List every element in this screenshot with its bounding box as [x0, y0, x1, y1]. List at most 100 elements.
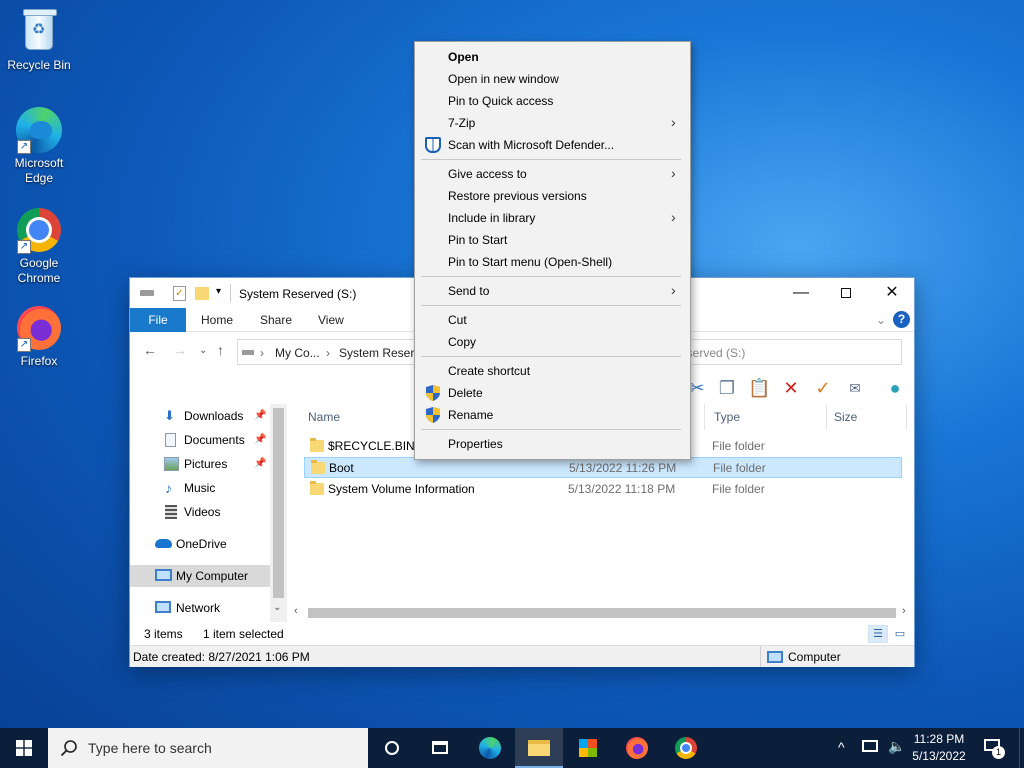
column-separator[interactable]	[826, 404, 827, 430]
menu-item-pin-quick-access[interactable]: Pin to Quick access	[415, 90, 690, 112]
taskbar-edge[interactable]	[466, 728, 514, 768]
address-bar[interactable]: › My Co... › System Reserv	[237, 339, 420, 365]
shell-icon[interactable]: ●	[884, 376, 906, 400]
tab-home[interactable]: Home	[201, 308, 233, 332]
menu-item-send-to[interactable]: Send to ›	[415, 280, 690, 302]
recent-locations-chevron-icon[interactable]: ⌄	[199, 345, 207, 356]
sidebar-item-pictures[interactable]: Pictures 📌	[130, 453, 270, 475]
checkmark-icon[interactable]: ✓	[812, 376, 834, 400]
back-arrow-icon[interactable]: ←	[143, 342, 157, 358]
properties-quick-icon[interactable]: ✓	[173, 286, 186, 301]
navigation-pane: ⬇ Downloads 📌 Documents 📌 Pictures 📌 ♪ M…	[130, 404, 287, 622]
scrollbar-thumb[interactable]	[273, 408, 284, 598]
start-button[interactable]	[0, 728, 48, 768]
up-arrow-icon[interactable]: ↑	[217, 342, 224, 358]
clock-date[interactable]: 5/13/2022	[908, 749, 970, 763]
edge-icon	[479, 737, 501, 759]
horizontal-scrollbar[interactable]: ‹ ›	[290, 604, 914, 621]
tab-file[interactable]: File	[130, 308, 186, 332]
column-header-type[interactable]: Type	[714, 404, 740, 430]
pin-icon[interactable]: 📌	[254, 429, 266, 451]
close-button[interactable]: ✕	[869, 282, 915, 304]
clock-time[interactable]: 11:28 PM	[908, 732, 970, 746]
tab-share[interactable]: Share	[260, 308, 292, 332]
tab-view[interactable]: View	[318, 308, 344, 332]
table-row[interactable]: System Volume Information 5/13/2022 11:1…	[304, 479, 902, 500]
scroll-down-arrow-icon[interactable]: ⌄	[273, 602, 281, 613]
menu-item-open-new-window[interactable]: Open in new window	[415, 68, 690, 90]
sidebar-item-my-computer[interactable]: My Computer	[130, 565, 270, 587]
desktop-icon-microsoft-edge[interactable]: ↗ Microsoft Edge	[1, 106, 77, 186]
details-view-button[interactable]: ☰	[868, 625, 888, 643]
chevron-right-icon: ›	[671, 114, 676, 130]
network-icon[interactable]	[862, 740, 878, 752]
forward-arrow-icon[interactable]: →	[173, 342, 187, 358]
defender-icon	[425, 137, 441, 153]
menu-separator	[421, 429, 681, 430]
chrome-icon-center	[682, 744, 690, 752]
menu-item-rename[interactable]: Rename	[415, 404, 690, 426]
menu-item-create-shortcut[interactable]: Create shortcut	[415, 360, 690, 382]
help-icon[interactable]: ?	[893, 311, 910, 328]
scroll-left-arrow-icon[interactable]: ‹	[294, 605, 298, 617]
desktop-icon-recycle-bin[interactable]: Recycle Bin	[1, 8, 77, 73]
pin-icon[interactable]: 📌	[254, 405, 266, 427]
pin-icon[interactable]: 📌	[254, 453, 266, 475]
column-header-name[interactable]: Name	[308, 404, 340, 430]
sidebar-item-network[interactable]: Network	[130, 597, 270, 619]
quick-access-dropdown-icon[interactable]: ▾	[216, 286, 221, 301]
breadcrumb-system-reserved[interactable]: System Reserv	[339, 346, 420, 360]
search-field[interactable]: eserved (S:)	[674, 339, 902, 365]
column-separator[interactable]	[906, 404, 907, 430]
sidebar-item-music[interactable]: ♪ Music	[130, 477, 270, 499]
menu-item-7zip[interactable]: 7-Zip ›	[415, 112, 690, 134]
menu-item-pin-start-open-shell[interactable]: Pin to Start menu (Open-Shell)	[415, 251, 690, 273]
copy-icon[interactable]: ❐	[716, 376, 738, 400]
breadcrumb-my-computer[interactable]: My Co...	[275, 346, 320, 360]
menu-item-give-access[interactable]: Give access to ›	[415, 163, 690, 185]
menu-item-copy[interactable]: Copy	[415, 331, 690, 353]
maximize-button[interactable]	[823, 282, 869, 304]
menu-item-open[interactable]: Open	[415, 46, 690, 68]
ribbon-expand-icon[interactable]: ⌄	[876, 308, 886, 332]
sidebar-item-videos[interactable]: Videos	[130, 501, 270, 523]
large-icons-view-button[interactable]: ▭	[890, 625, 910, 643]
minimize-button[interactable]: —	[778, 282, 824, 304]
desktop-icon-google-chrome[interactable]: ↗ Google Chrome	[1, 206, 77, 286]
taskbar-chrome[interactable]	[662, 728, 710, 768]
scroll-right-arrow-icon[interactable]: ›	[902, 605, 906, 617]
taskbar-file-explorer[interactable]	[515, 728, 563, 768]
email-icon[interactable]: ✉	[844, 376, 866, 400]
scrollbar-thumb[interactable]	[308, 608, 896, 618]
sidebar-item-onedrive[interactable]: OneDrive	[130, 533, 270, 555]
column-separator[interactable]	[704, 404, 705, 430]
desktop-icon-firefox[interactable]: ↗ Firefox	[1, 304, 77, 369]
menu-item-cut[interactable]: Cut	[415, 309, 690, 331]
menu-item-delete[interactable]: Delete	[415, 382, 690, 404]
table-row[interactable]: Boot 5/13/2022 11:26 PM File folder	[304, 457, 902, 478]
new-folder-quick-icon[interactable]	[195, 287, 209, 300]
column-header-size[interactable]: Size	[834, 404, 857, 430]
folder-icon	[310, 438, 324, 452]
menu-item-properties[interactable]: Properties	[415, 433, 690, 455]
taskbar-store[interactable]	[564, 728, 612, 768]
sidebar-item-documents[interactable]: Documents 📌	[130, 429, 270, 451]
taskbar-firefox[interactable]	[613, 728, 661, 768]
menu-item-pin-start[interactable]: Pin to Start	[415, 229, 690, 251]
volume-icon[interactable]: 🔈	[888, 738, 905, 755]
task-view-button[interactable]	[416, 728, 464, 768]
title-separator	[230, 284, 231, 302]
task-view-icon	[432, 741, 448, 754]
paste-icon[interactable]: 📋	[748, 376, 770, 400]
menu-item-restore-versions[interactable]: Restore previous versions	[415, 185, 690, 207]
show-desktop-button[interactable]	[1019, 728, 1024, 768]
action-center-button[interactable]: 1	[982, 738, 1005, 759]
taskbar-search-box[interactable]: Type here to search	[48, 728, 368, 768]
menu-item-scan-defender[interactable]: Scan with Microsoft Defender...	[415, 134, 690, 156]
sidebar-item-downloads[interactable]: ⬇ Downloads 📌	[130, 405, 270, 427]
show-hidden-icons-chevron-icon[interactable]: ^	[838, 739, 845, 755]
navigation-scrollbar[interactable]: ⌄	[270, 404, 287, 622]
cortana-button[interactable]	[368, 728, 416, 768]
menu-item-include-library[interactable]: Include in library ›	[415, 207, 690, 229]
delete-x-icon[interactable]: ✕	[780, 376, 802, 400]
